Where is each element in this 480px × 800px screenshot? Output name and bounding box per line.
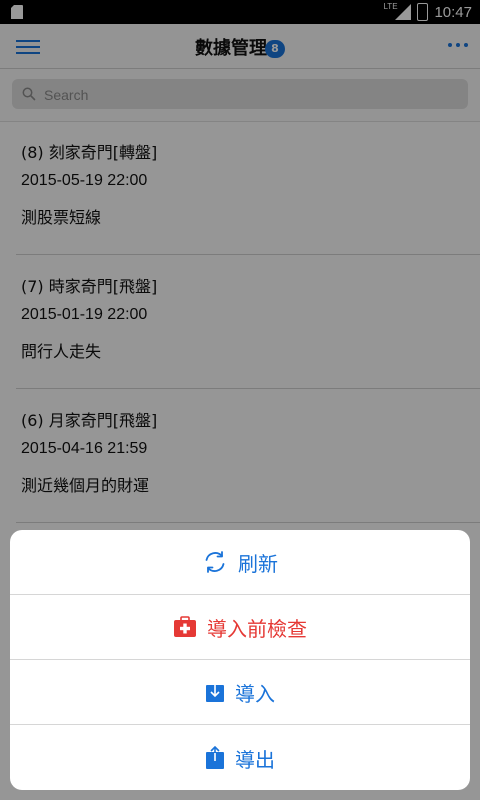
pre-import-check-button[interactable]: 導入前檢查 [10, 595, 470, 660]
import-icon [206, 682, 224, 702]
export-button[interactable]: 導出 [10, 725, 470, 790]
refresh-button[interactable]: 刷新 [10, 530, 470, 595]
refresh-label: 刷新 [238, 551, 278, 576]
refresh-icon [205, 551, 225, 573]
pre-import-check-label: 導入前檢查 [207, 616, 307, 641]
first-aid-kit-icon [174, 616, 196, 637]
import-button[interactable]: 導入 [10, 660, 470, 725]
export-icon [206, 746, 224, 769]
action-sheet: 刷新 導入前檢查 導入 導出 [10, 530, 470, 790]
import-label: 導入 [235, 681, 275, 706]
export-label: 導出 [235, 747, 275, 772]
